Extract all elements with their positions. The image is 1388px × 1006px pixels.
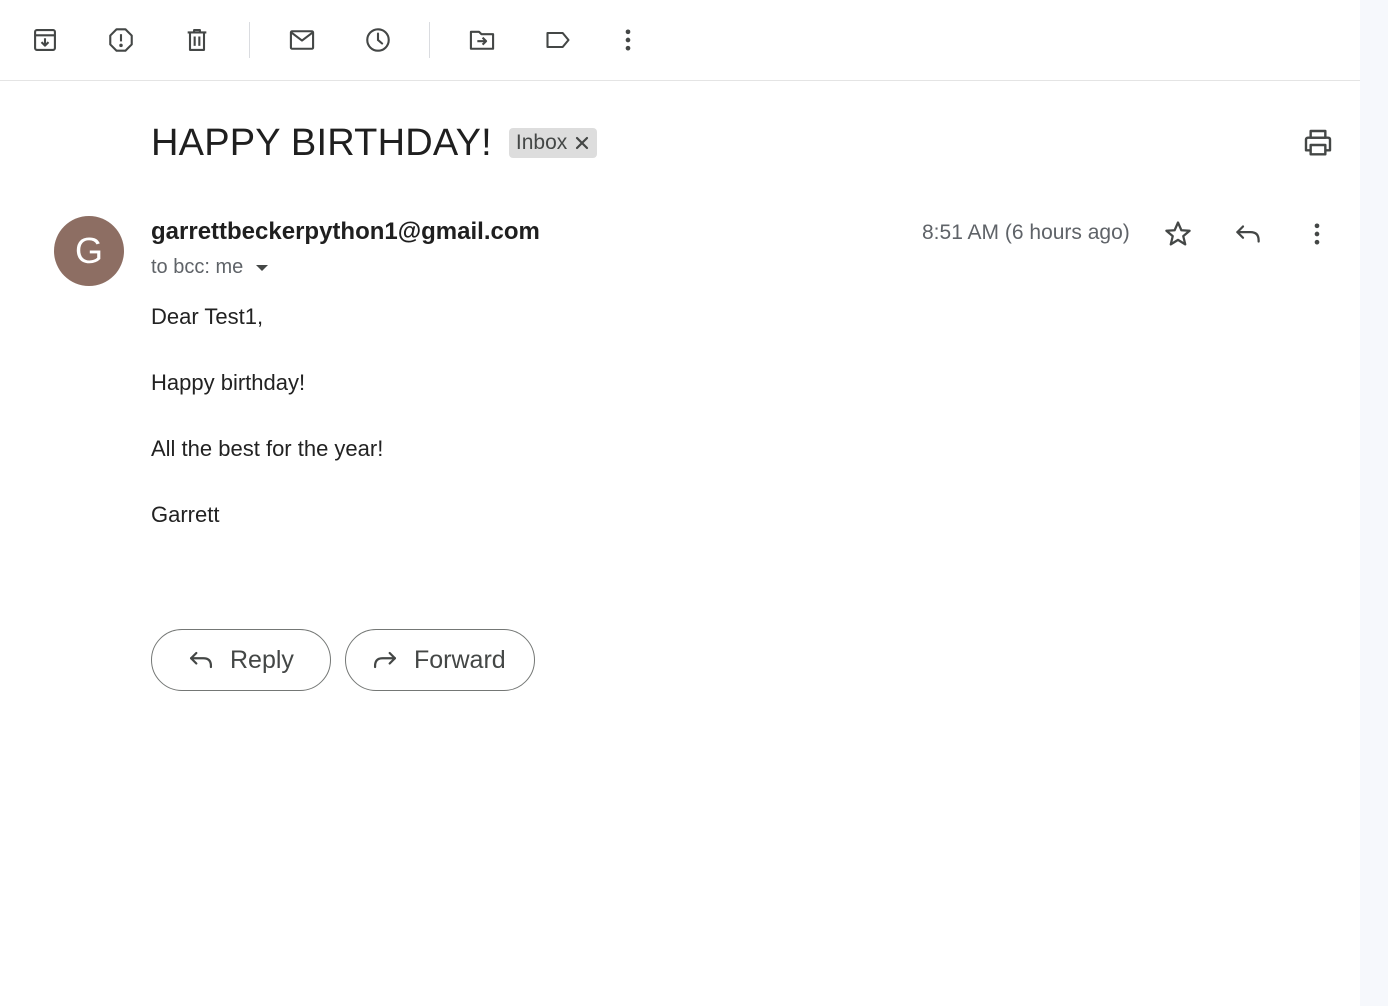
message-view: HAPPY BIRTHDAY! Inbox G garrettbeckerpyt…: [0, 0, 1360, 1006]
reply-icon: [1236, 225, 1260, 243]
mail-icon: [289, 30, 315, 50]
label-chip-text: Inbox: [515, 131, 568, 154]
move-to-button[interactable]: [462, 20, 502, 60]
more-button[interactable]: [608, 20, 648, 60]
move-to-folder-icon: [469, 30, 495, 50]
body-signature: Garrett: [151, 502, 220, 527]
body-greeting: Dear Test1,: [151, 304, 264, 329]
message-more-button[interactable]: [1297, 214, 1337, 254]
forward-icon: [370, 645, 400, 675]
clock-icon: [366, 28, 390, 52]
message-timestamp: 8:51 AM (6 hours ago): [922, 221, 1130, 244]
print-icon: [1304, 129, 1332, 156]
forward-button[interactable]: Forward: [345, 629, 535, 691]
email-subject: HAPPY BIRTHDAY!: [151, 121, 492, 164]
archive-icon: [34, 29, 56, 51]
reply-button[interactable]: Reply: [151, 629, 331, 691]
recipients-text: to bcc: me: [151, 256, 244, 278]
body-paragraph: All the best for the year!: [151, 436, 384, 461]
reply-icon: [186, 645, 216, 675]
archive-button[interactable]: [25, 20, 65, 60]
sender-email[interactable]: garrettbeckerpython1@gmail.com: [151, 218, 540, 246]
reply-header-button[interactable]: [1228, 214, 1268, 254]
close-icon: [576, 136, 589, 150]
caret-down-icon: [256, 264, 269, 271]
star-icon: [1165, 221, 1191, 246]
right-side-panel: [1360, 0, 1388, 1006]
label-icon: [546, 31, 570, 49]
sender-avatar[interactable]: G: [54, 216, 124, 286]
message-toolbar: [0, 0, 1360, 81]
mark-unread-button[interactable]: [282, 20, 322, 60]
trash-icon: [187, 29, 207, 51]
show-details-button[interactable]: [251, 257, 273, 279]
star-button[interactable]: [1158, 214, 1198, 254]
label-chip-inbox[interactable]: Inbox: [508, 128, 598, 158]
forward-button-label: Forward: [414, 645, 506, 674]
reply-button-label: Reply: [230, 645, 294, 674]
toolbar-divider: [429, 22, 430, 58]
report-spam-button[interactable]: [101, 20, 141, 60]
remove-label-button[interactable]: [573, 134, 591, 152]
delete-button[interactable]: [177, 20, 217, 60]
more-vert-icon: [1314, 223, 1320, 245]
subject-row: HAPPY BIRTHDAY! Inbox: [151, 120, 598, 166]
toolbar-divider: [249, 22, 250, 58]
snooze-button[interactable]: [358, 20, 398, 60]
recipients-line: to bcc: me: [151, 256, 273, 279]
body-paragraph: Happy birthday!: [151, 370, 306, 395]
report-spam-icon: [109, 28, 133, 52]
labels-button[interactable]: [538, 20, 578, 60]
more-vert-icon: [625, 29, 631, 51]
print-all-button[interactable]: [1297, 122, 1339, 164]
